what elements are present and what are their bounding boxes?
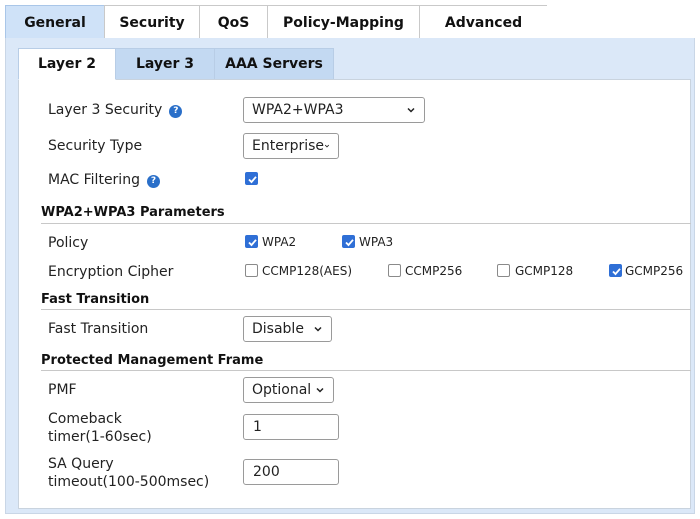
section-divider bbox=[41, 309, 691, 310]
top-tab-bar: General Security QoS Policy-Mapping Adva… bbox=[5, 5, 696, 39]
policy-wpa2-checkbox[interactable] bbox=[245, 235, 258, 248]
checkmark-icon bbox=[248, 239, 257, 247]
checkmark-icon bbox=[248, 176, 257, 184]
tab-bar-filler bbox=[547, 5, 696, 39]
cipher-ccmp128-checkbox[interactable] bbox=[245, 264, 258, 277]
cipher-gcmp128-checkbox[interactable] bbox=[497, 264, 510, 277]
checkmark-icon bbox=[345, 239, 354, 247]
fast-transition-value: Disable bbox=[252, 321, 304, 337]
security-type-value: Enterprise bbox=[252, 138, 325, 154]
chevron-down-icon bbox=[314, 326, 322, 332]
chevron-down-icon bbox=[324, 144, 330, 148]
policy-wpa3-checkbox[interactable] bbox=[342, 235, 355, 248]
sa-query-label-line1: SA Query bbox=[48, 456, 114, 472]
cipher-ccmp256-checkbox[interactable] bbox=[388, 264, 401, 277]
cipher-ccmp128-label: CCMP128(AES) bbox=[262, 264, 353, 278]
fast-transition-select[interactable]: Disable bbox=[243, 316, 332, 342]
layer2-form: Layer 3 Security? WPA2+WPA3 Security Typ… bbox=[18, 79, 691, 509]
comeback-timer-label-line1: Comeback bbox=[48, 411, 122, 427]
security-panel: Layer 2 Layer 3 AAA Servers Layer 3 Secu… bbox=[5, 38, 695, 514]
pmf-select[interactable]: Optional bbox=[243, 377, 334, 403]
cipher-gcmp128-label: GCMP128 bbox=[515, 264, 574, 278]
tab-layer-2[interactable]: Layer 2 bbox=[18, 48, 116, 80]
cipher-ccmp256-label: CCMP256 bbox=[405, 264, 463, 278]
pmf-section-title: Protected Management Frame bbox=[41, 353, 264, 368]
layer3-security-label-text: Layer 3 Security bbox=[48, 102, 163, 118]
layer3-security-value: WPA2+WPA3 bbox=[252, 102, 344, 118]
sub-tab-bar: Layer 2 Layer 3 AAA Servers bbox=[18, 48, 334, 80]
chevron-down-icon bbox=[316, 387, 324, 393]
section-divider bbox=[41, 370, 691, 371]
layer3-security-select[interactable]: WPA2+WPA3 bbox=[243, 97, 425, 123]
security-type-label: Security Type bbox=[48, 138, 143, 154]
wpa-section-title: WPA2+WPA3 Parameters bbox=[41, 205, 225, 220]
mac-filtering-label: MAC Filtering? bbox=[48, 171, 160, 189]
policy-label: Policy bbox=[48, 235, 89, 251]
policy-wpa2-label: WPA2 bbox=[262, 235, 297, 249]
tab-policy-mapping[interactable]: Policy-Mapping bbox=[267, 5, 420, 39]
security-type-select[interactable]: Enterprise bbox=[243, 133, 339, 159]
layer3-security-label: Layer 3 Security? bbox=[48, 101, 183, 119]
cipher-gcmp256-label: GCMP256 bbox=[625, 264, 684, 278]
cipher-gcmp256-checkbox[interactable] bbox=[609, 264, 622, 277]
sa-query-timeout-input[interactable]: 200 bbox=[243, 459, 339, 485]
fast-transition-label: Fast Transition bbox=[48, 321, 149, 337]
comeback-timer-input[interactable]: 1 bbox=[243, 414, 339, 440]
comeback-timer-label-line2: timer(1-60sec) bbox=[48, 429, 152, 445]
section-divider bbox=[41, 223, 691, 224]
chevron-down-icon bbox=[407, 107, 415, 113]
encryption-cipher-label: Encryption Cipher bbox=[48, 264, 174, 280]
tab-qos[interactable]: QoS bbox=[199, 5, 268, 39]
policy-wpa3-label: WPA3 bbox=[359, 235, 394, 249]
pmf-label: PMF bbox=[48, 382, 77, 398]
sa-query-timeout-value: 200 bbox=[253, 464, 280, 480]
checkmark-icon bbox=[612, 268, 621, 276]
pmf-value: Optional bbox=[252, 382, 312, 398]
tab-security[interactable]: Security bbox=[104, 5, 200, 39]
tab-aaa-servers[interactable]: AAA Servers bbox=[214, 48, 334, 80]
comeback-timer-label: Comeback timer(1-60sec) bbox=[48, 410, 152, 446]
tab-advanced[interactable]: Advanced bbox=[419, 5, 548, 39]
question-circle-icon[interactable]: ? bbox=[146, 174, 160, 188]
question-circle-icon[interactable]: ? bbox=[169, 104, 183, 118]
comeback-timer-value: 1 bbox=[253, 419, 262, 435]
sa-query-timeout-label: SA Query timeout(100-500msec) bbox=[48, 455, 209, 491]
tab-layer-3[interactable]: Layer 3 bbox=[115, 48, 215, 80]
tab-general[interactable]: General bbox=[5, 5, 105, 39]
sa-query-label-line2: timeout(100-500msec) bbox=[48, 474, 210, 490]
mac-filtering-checkbox[interactable] bbox=[245, 172, 258, 185]
ft-section-title: Fast Transition bbox=[41, 292, 150, 307]
mac-filtering-label-text: MAC Filtering bbox=[48, 172, 140, 188]
